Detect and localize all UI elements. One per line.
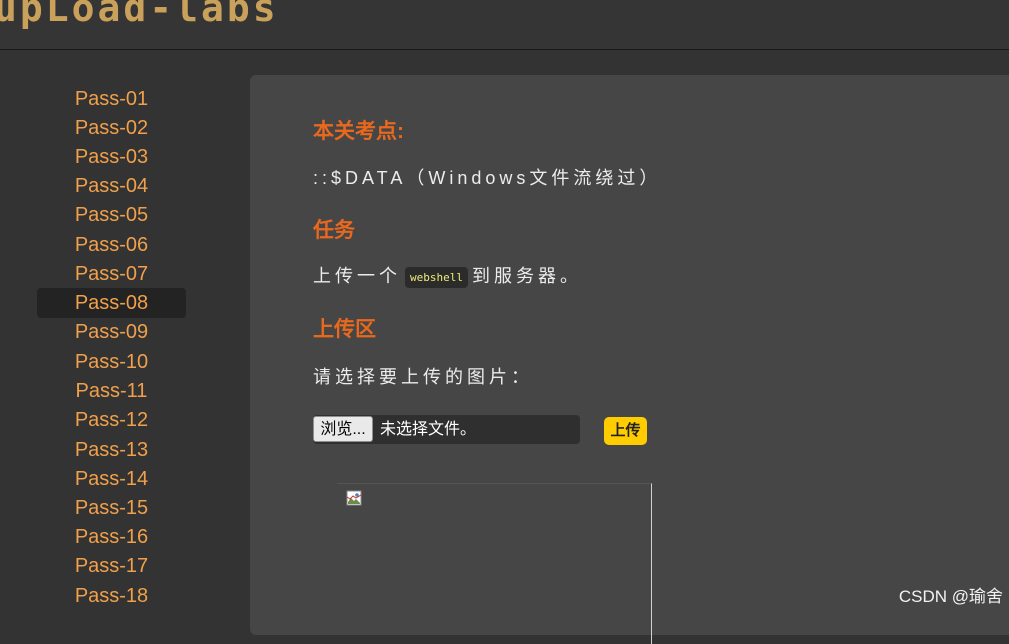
sidebar-item-pass-01[interactable]: Pass-01 bbox=[37, 84, 186, 114]
task-code: webshell bbox=[405, 266, 468, 288]
sidebar-item-pass-11[interactable]: Pass-11 bbox=[37, 376, 186, 406]
sidebar-item-pass-06[interactable]: Pass-06 bbox=[37, 230, 186, 260]
sidebar-item-pass-14[interactable]: Pass-14 bbox=[37, 464, 186, 494]
header: upLoad-labs bbox=[0, 0, 1009, 50]
file-status-text: 未选择文件。 bbox=[380, 421, 477, 438]
sidebar-nav: Pass-01 Pass-02 Pass-03 Pass-04 Pass-05 … bbox=[0, 50, 245, 612]
sidebar-item-pass-07[interactable]: Pass-07 bbox=[37, 259, 186, 289]
sidebar-item-pass-02[interactable]: Pass-02 bbox=[37, 113, 186, 143]
task-prefix: 上传一个 bbox=[313, 266, 401, 286]
watermark: CSDN @瑜舍 bbox=[898, 587, 1003, 606]
sidebar-item-pass-16[interactable]: Pass-16 bbox=[37, 522, 186, 552]
main-panel: 本关考点: ::$DATA（Windows文件流绕过） 任务 上传一个 websh… bbox=[250, 75, 1009, 644]
broken-image-icon bbox=[346, 490, 362, 506]
section-title-key-point: 本关考点: bbox=[313, 120, 404, 143]
section-title-task: 任务 bbox=[313, 219, 355, 242]
sidebar-item-pass-17[interactable]: Pass-17 bbox=[37, 551, 186, 581]
sidebar-item-pass-08[interactable]: Pass-08 bbox=[37, 288, 186, 318]
upload-prompt: 请选择要上传的图片： bbox=[313, 367, 533, 387]
sidebar-item-pass-13[interactable]: Pass-13 bbox=[37, 435, 186, 465]
section-title-upload: 上传区 bbox=[313, 318, 376, 341]
task-text: 上传一个 webshell 到服务器。 bbox=[313, 262, 582, 288]
sidebar-item-pass-03[interactable]: Pass-03 bbox=[37, 142, 186, 172]
app-logo[interactable]: upLoad-labs bbox=[0, 0, 279, 30]
upload-button[interactable]: 上传 bbox=[604, 417, 647, 445]
sidebar-item-pass-10[interactable]: Pass-10 bbox=[37, 347, 186, 377]
sidebar-item-pass-15[interactable]: Pass-15 bbox=[37, 493, 186, 523]
sidebar-item-pass-18[interactable]: Pass-18 bbox=[37, 581, 186, 611]
image-preview bbox=[337, 483, 652, 644]
sidebar-item-pass-12[interactable]: Pass-12 bbox=[37, 405, 186, 435]
task-suffix: 到服务器。 bbox=[471, 266, 582, 286]
key-point-text: ::$DATA（Windows文件流绕过） bbox=[313, 168, 662, 188]
sidebar-item-pass-05[interactable]: Pass-05 bbox=[37, 200, 186, 230]
browse-button[interactable]: 浏览... bbox=[313, 416, 373, 442]
sidebar-item-pass-09[interactable]: Pass-09 bbox=[37, 317, 186, 347]
sidebar-item-pass-04[interactable]: Pass-04 bbox=[37, 171, 186, 201]
file-input[interactable]: 浏览... 未选择文件。 bbox=[313, 415, 580, 444]
